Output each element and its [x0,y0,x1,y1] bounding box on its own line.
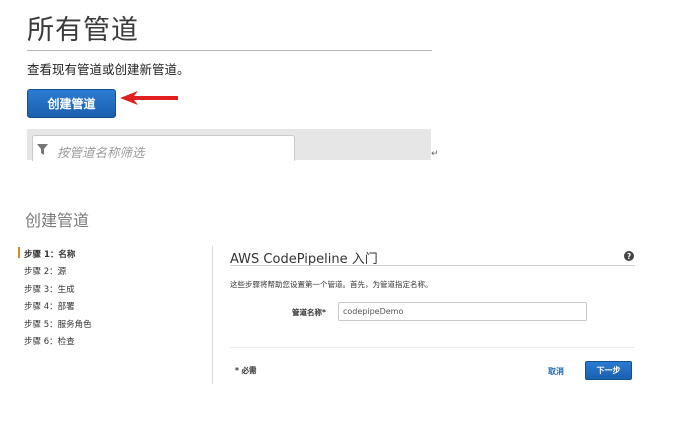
step-build[interactable]: 步骤 3：生成 [24,283,75,295]
cancel-link[interactable]: 取消 [548,366,564,377]
wizard-title: 创建管道 [25,211,90,230]
active-step-marker [18,247,20,258]
create-pipeline-label: 创建管道 [47,97,96,111]
help-icon[interactable]: ? [624,251,634,261]
step-review[interactable]: 步骤 6：检查 [24,335,75,347]
next-step-button[interactable]: 下一步 [585,361,632,380]
pipeline-name-label: 管道名称* [292,308,326,317]
step-source[interactable]: 步骤 2：源 [24,265,66,277]
footer-divider [230,347,635,348]
page-title: 所有管道 [27,15,139,46]
step-name[interactable]: 步骤 1：名称 [24,248,75,260]
step-service-role[interactable]: 步骤 5：服务角色 [24,318,92,330]
filter-icon [37,144,48,155]
title-divider [27,50,432,51]
panel-description: 这些步骤将帮助您设置第一个管道。首先，为管道指定名称。 [230,280,433,289]
wizard-divider [212,246,213,384]
next-step-label: 下一步 [596,366,621,375]
page-description: 查看现有管道或创建新管道。 [27,62,190,77]
filter-placeholder: 按管道名称筛选 [57,145,145,160]
create-pipeline-button[interactable]: 创建管道 [27,89,116,118]
pipeline-name-input[interactable] [338,302,587,321]
arrow-pointer-icon [120,91,178,105]
panel-divider [230,265,635,266]
paragraph-mark: ↵ [431,149,439,159]
step-deploy[interactable]: 步骤 4：部署 [24,300,75,312]
required-note: * 必需 [235,366,257,375]
